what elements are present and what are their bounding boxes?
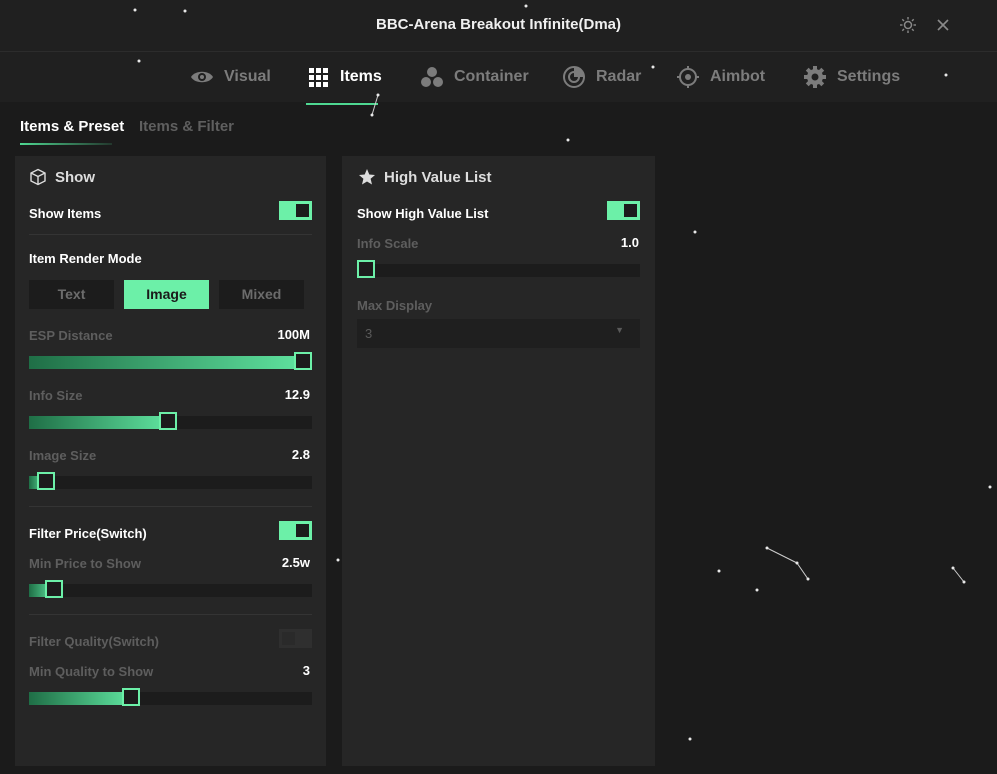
- filter-quality-label: Filter Quality(Switch): [29, 634, 160, 649]
- show-panel: Show Show Items Item Render Mode Text Im…: [15, 156, 326, 766]
- slider-handle[interactable]: [36, 472, 55, 490]
- min-quality-label: Min Quality to Show: [29, 664, 154, 679]
- max-display-select[interactable]: 3 ▼: [357, 319, 640, 348]
- esp-distance-slider[interactable]: [29, 352, 312, 370]
- min-price-label: Min Price to Show: [29, 556, 141, 571]
- render-mode-mixed-option[interactable]: Mixed: [219, 280, 304, 309]
- slider-handle[interactable]: [44, 580, 63, 598]
- image-size-value: 2.8: [291, 447, 310, 462]
- render-mode-text-option[interactable]: Text: [29, 280, 114, 309]
- min-quality-value: 3: [302, 663, 310, 678]
- image-size-slider[interactable]: [29, 472, 312, 490]
- star-icon: [359, 169, 375, 185]
- esp-distance-value: 100M: [277, 327, 310, 342]
- subtab-items-filter[interactable]: Items & Filter: [139, 118, 234, 135]
- cube-icon: [30, 168, 46, 186]
- show-panel-header: Show: [29, 168, 95, 186]
- divider: [29, 506, 312, 507]
- show-high-value-label: Show High Value List: [357, 206, 489, 221]
- info-size-slider[interactable]: [29, 412, 312, 430]
- info-scale-label: Info Scale: [357, 236, 419, 251]
- divider: [29, 614, 312, 615]
- divider: [29, 234, 312, 235]
- chevron-down-icon: ▼: [615, 325, 624, 335]
- slider-handle[interactable]: [121, 688, 140, 706]
- info-scale-slider[interactable]: [357, 260, 640, 278]
- info-size-label: Info Size: [29, 388, 83, 403]
- show-items-toggle[interactable]: [279, 201, 312, 220]
- image-size-label: Image Size: [29, 448, 97, 463]
- min-price-slider[interactable]: [29, 580, 312, 598]
- high-value-panel-title: High Value List: [384, 168, 492, 186]
- filter-quality-toggle[interactable]: [279, 629, 312, 648]
- info-size-value: 12.9: [284, 387, 310, 402]
- slider-handle[interactable]: [158, 412, 177, 430]
- min-quality-slider[interactable]: [29, 688, 312, 706]
- show-high-value-toggle[interactable]: [607, 201, 640, 220]
- info-scale-value: 1.0: [620, 235, 639, 250]
- slider-handle[interactable]: [294, 352, 312, 370]
- high-value-panel-header: High Value List: [358, 168, 492, 186]
- high-value-panel: High Value List Show High Value List Inf…: [342, 156, 655, 766]
- min-price-value: 2.5w: [281, 555, 310, 570]
- subtab-indicator: [20, 143, 112, 145]
- max-display-value: 3: [365, 326, 373, 341]
- esp-distance-label: ESP Distance: [29, 328, 113, 343]
- slider-handle[interactable]: [357, 260, 375, 278]
- render-mode-label: Item Render Mode: [29, 251, 142, 266]
- show-items-label: Show Items: [29, 206, 102, 221]
- subtab-items-preset[interactable]: Items & Preset: [20, 118, 124, 135]
- filter-price-toggle[interactable]: [279, 521, 312, 540]
- filter-price-label: Filter Price(Switch): [29, 526, 147, 541]
- max-display-label: Max Display: [357, 298, 433, 313]
- render-mode-image-option[interactable]: Image: [124, 280, 209, 309]
- show-panel-title: Show: [55, 168, 95, 186]
